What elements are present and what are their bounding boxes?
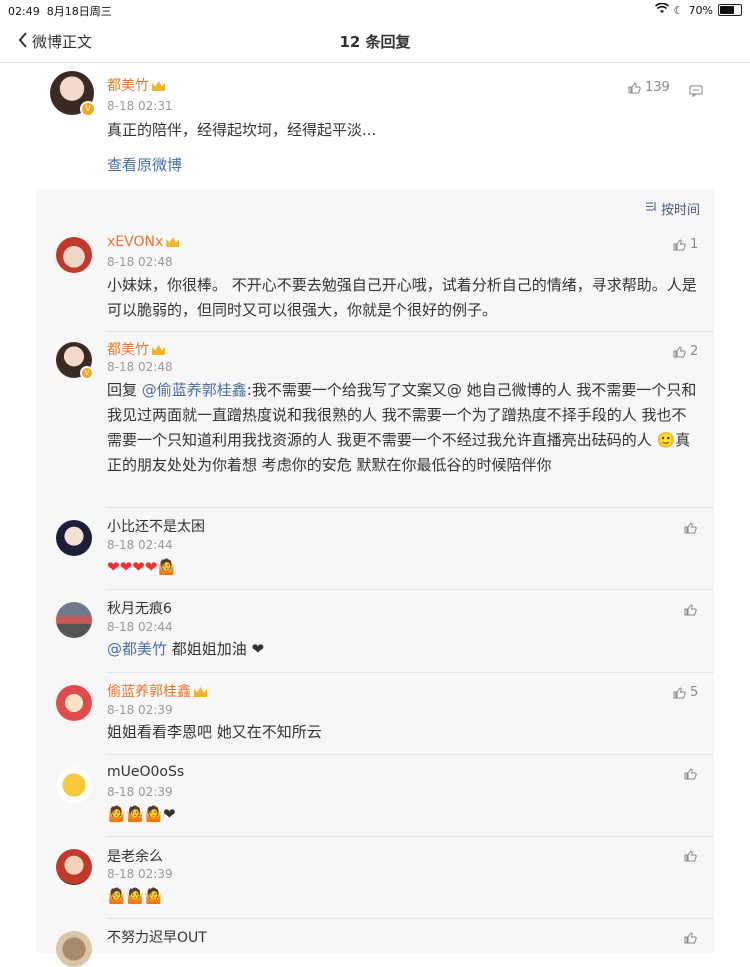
- mention-link[interactable]: @都美竹: [107, 640, 167, 658]
- status-right: ☾ 70%: [654, 2, 742, 17]
- divider: [106, 331, 714, 332]
- comment-time: 8-18 02:39: [107, 785, 173, 799]
- divider: [106, 836, 714, 837]
- divider: [106, 918, 714, 919]
- like-button[interactable]: 139: [628, 80, 670, 95]
- comment-text: 小妹妹，你很棒。 不开心不要去勉强自己开心哦，试着分析自己的情绪，寻求帮助。人是…: [107, 276, 697, 319]
- user-name-text: xEVONx: [107, 234, 164, 250]
- comment-text: 🤷🤷🤷❤: [107, 805, 176, 823]
- comment-time: 8-18 02:31: [107, 99, 173, 113]
- crown-icon: [194, 687, 207, 697]
- thumbs-up-icon: [684, 522, 697, 534]
- crown-icon: [152, 345, 165, 355]
- comment-time: 8-18 02:48: [107, 360, 173, 374]
- user-name-text: 都美竹: [107, 78, 149, 94]
- thumbs-up-icon: [673, 686, 686, 699]
- user-name-text: 不努力迟早OUT: [107, 930, 207, 946]
- divider: [106, 589, 714, 590]
- verified-badge-icon: V: [80, 101, 96, 117]
- like-button[interactable]: [684, 932, 697, 944]
- view-original-link[interactable]: 查看原微博: [107, 153, 182, 178]
- navigation-bar: 微博正文 12 条回复: [0, 20, 750, 63]
- crown-icon: [166, 237, 180, 247]
- sort-label: 按时间: [660, 203, 700, 218]
- status-bar: 02:49 8月18日周三 ☾ 70%: [0, 0, 750, 20]
- divider: [106, 507, 714, 508]
- main-comment: V 都美竹 8-18 02:31 真正的陪伴，经得起坎坷，经得起平淡... 查看…: [0, 63, 750, 188]
- like-count: 5: [690, 685, 699, 700]
- like-count: 2: [690, 344, 699, 359]
- like-button[interactable]: 1: [673, 237, 698, 252]
- like-button[interactable]: 2: [673, 344, 698, 359]
- thumbs-up-icon: [628, 81, 641, 94]
- user-name-text: 是老余么: [107, 849, 163, 865]
- user-name[interactable]: 偷蓝养郭桂鑫: [107, 681, 207, 701]
- like-button[interactable]: [684, 522, 701, 534]
- like-button[interactable]: [684, 768, 701, 780]
- reply-icon[interactable]: [689, 82, 703, 101]
- avatar[interactable]: [56, 849, 92, 885]
- battery-percent: 70%: [688, 3, 713, 17]
- avatar[interactable]: [56, 767, 92, 803]
- comment-text: 姐姐看看李恩吧 她又在不知所云: [107, 723, 322, 741]
- user-name-text: mUeO0oSs: [107, 764, 185, 780]
- thumbs-up-icon: [684, 604, 697, 616]
- user-name-text: 秋月无痕6: [107, 601, 172, 617]
- thumbs-up-icon: [684, 768, 697, 780]
- comment-time: 8-18 02:48: [107, 255, 173, 269]
- thumbs-up-icon: [684, 932, 697, 944]
- avatar[interactable]: [56, 237, 92, 273]
- like-count: 1: [690, 237, 699, 252]
- comment-body: 都姐姐加油 ❤: [167, 640, 265, 658]
- user-name[interactable]: 小比还不是太困: [107, 516, 205, 536]
- battery-fill: [720, 6, 734, 14]
- status-date: 8月18日周三: [46, 5, 112, 18]
- user-name[interactable]: 都美竹: [107, 339, 165, 359]
- reply-list-panel: 按时间 xEVONx 8-18 02:48 1 小妹妹，你很棒。 不开心不要去勉…: [36, 189, 714, 967]
- user-name-text: 小比还不是太困: [107, 519, 205, 535]
- avatar[interactable]: [56, 931, 92, 967]
- avatar[interactable]: [56, 685, 92, 721]
- moon-icon: ☾: [673, 3, 684, 17]
- verified-badge-icon: V: [80, 366, 94, 380]
- page-title: 12 条回复: [339, 33, 411, 51]
- user-name[interactable]: 不努力迟早OUT: [107, 927, 207, 947]
- user-name[interactable]: 是老余么: [107, 846, 163, 866]
- user-name[interactable]: 都美竹: [107, 75, 165, 95]
- comment-text: @都美竹 都姐姐加油 ❤: [107, 637, 264, 662]
- user-name-text: 都美竹: [107, 342, 149, 358]
- sort-icon: [645, 201, 657, 216]
- comment-text: 🤷🤷🤷: [107, 887, 164, 905]
- user-name[interactable]: xEVONx: [107, 234, 180, 250]
- user-name[interactable]: 秋月无痕6: [107, 598, 172, 618]
- thumbs-up-icon: [673, 345, 686, 358]
- reply-prefix: 回复: [107, 381, 142, 399]
- comment-time: 8-18 02:44: [107, 538, 173, 552]
- comment-time: 8-18 02:39: [107, 703, 173, 717]
- divider: [106, 754, 714, 755]
- like-button[interactable]: 5: [673, 685, 698, 700]
- avatar[interactable]: [56, 520, 92, 556]
- comment-time: 8-18 02:44: [107, 620, 173, 634]
- status-time: 02:49: [8, 5, 40, 18]
- thumbs-up-icon: [673, 238, 686, 251]
- divider: [106, 672, 714, 673]
- user-name-text: 偷蓝养郭桂鑫: [107, 684, 191, 700]
- thumbs-up-icon: [684, 850, 697, 862]
- battery-icon: [718, 4, 742, 16]
- comment-text: 真正的陪伴，经得起坎坷，经得起平淡...: [107, 121, 377, 139]
- mention-link[interactable]: @偷蓝养郭桂鑫: [142, 381, 247, 399]
- like-button[interactable]: [684, 850, 701, 862]
- like-count: 139: [645, 80, 670, 95]
- like-button[interactable]: [684, 604, 701, 616]
- wifi-icon: [654, 2, 669, 17]
- status-time-date: 02:49 8月18日周三: [8, 3, 112, 19]
- user-name[interactable]: mUeO0oSs: [107, 764, 184, 780]
- comment-time: 8-18 02:39: [107, 867, 173, 881]
- comment-text: ❤❤❤❤🤷: [107, 558, 176, 576]
- comment-text: 回复 @偷蓝养郭桂鑫:我不需要一个给我写了文案又@ 她自己微博的人 我不需要一个…: [107, 378, 697, 478]
- crown-icon: [152, 81, 165, 91]
- sort-toggle[interactable]: 按时间: [645, 199, 700, 218]
- avatar[interactable]: [56, 602, 92, 638]
